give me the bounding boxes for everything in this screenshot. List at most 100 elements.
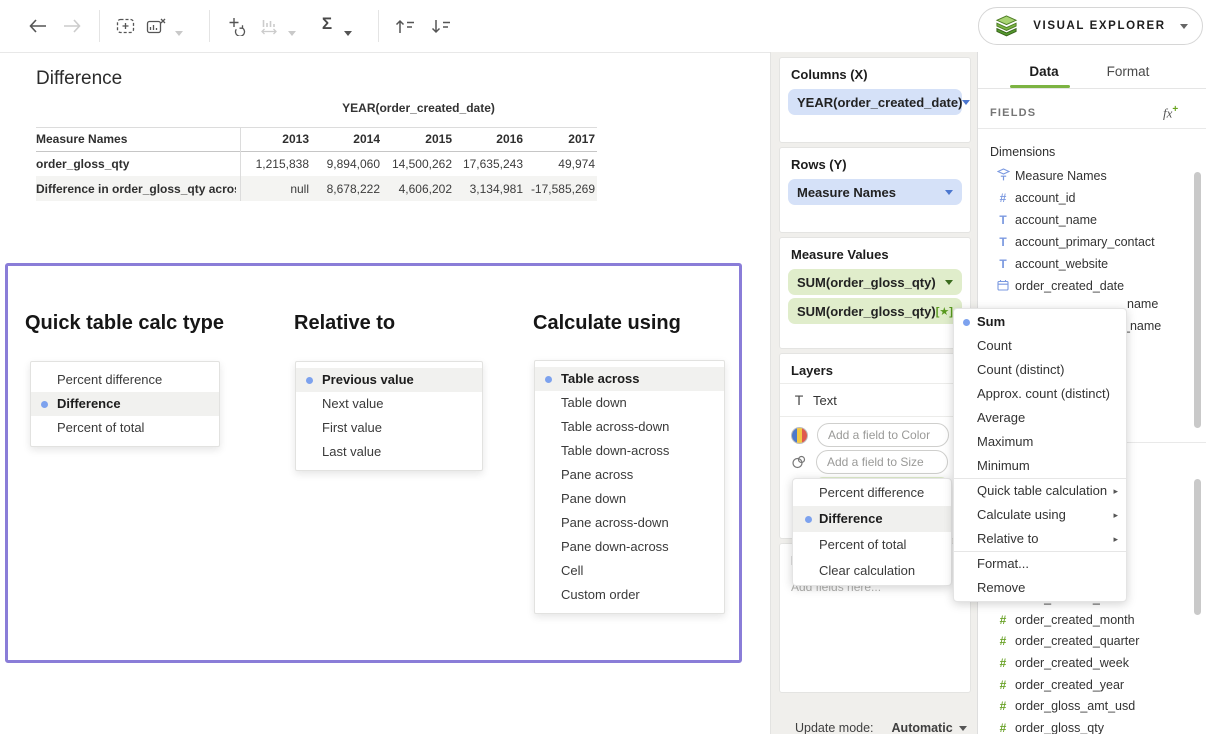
- using-option-table-down[interactable]: Table down: [535, 391, 724, 415]
- chevron-down-icon: [288, 31, 296, 36]
- resize-bars-menu-button[interactable]: [286, 23, 298, 43]
- calc-option-percent-difference[interactable]: Percent difference: [31, 368, 219, 392]
- relative-option-previous-value[interactable]: Previous value: [296, 368, 482, 392]
- resize-bars-icon: [260, 17, 280, 36]
- resize-bars-button[interactable]: [258, 16, 282, 36]
- using-option-pane-across[interactable]: Pane across: [535, 463, 724, 487]
- number-field-icon: #: [995, 191, 1011, 205]
- relative-option-next-value[interactable]: Next value: [296, 392, 482, 416]
- using-option-pane-down-across[interactable]: Pane down-across: [535, 535, 724, 559]
- calc-option-difference[interactable]: Difference: [31, 392, 219, 416]
- using-option-custom-order[interactable]: Custom order: [535, 583, 724, 607]
- back-button[interactable]: [26, 16, 50, 36]
- table-cell: 1,215,838: [240, 152, 309, 176]
- field-order-gloss-amt-usd[interactable]: # order_gloss_amt_usd: [977, 695, 1195, 717]
- menu-count-distinct[interactable]: Count (distinct): [954, 358, 1126, 382]
- color-encoding-row: [780, 422, 970, 448]
- sigma-icon: Σ: [322, 14, 332, 34]
- occluded-field-fragment[interactable]: _name: [1123, 319, 1161, 333]
- measures-scrollbar-thumb[interactable]: [1194, 479, 1201, 615]
- size-encoding-row: [780, 449, 970, 475]
- field-account-website[interactable]: T account_website: [977, 253, 1195, 275]
- remove-chart-menu-button[interactable]: [173, 23, 185, 43]
- update-mode-value[interactable]: Automatic: [892, 721, 953, 734]
- field-account-primary-contact[interactable]: T account_primary_contact: [977, 231, 1195, 253]
- measures-list: # order_created_hour # order_created_mon…: [977, 587, 1195, 734]
- submenu-arrow-icon: ▸: [1113, 479, 1118, 503]
- field-order-gloss-qty[interactable]: # order_gloss_qty: [977, 717, 1195, 734]
- field-order-created-quarter[interactable]: # order_created_quarter: [977, 630, 1195, 652]
- text-field-icon: T: [995, 235, 1011, 249]
- tab-format[interactable]: Format: [1100, 64, 1156, 79]
- menu-minimum[interactable]: Minimum: [954, 454, 1126, 478]
- menu-format[interactable]: Format...: [954, 552, 1126, 576]
- back-arrow-icon: [28, 18, 48, 34]
- field-order-created-week[interactable]: # order_created_week: [977, 652, 1195, 674]
- field-order-created-year[interactable]: # order_created_year: [977, 674, 1195, 696]
- table-row-label: order_gloss_qty: [36, 152, 236, 176]
- columns-x-pill[interactable]: YEAR(order_created_date): [788, 89, 962, 115]
- submenu-percent-difference[interactable]: Percent difference: [793, 480, 951, 506]
- field-measure-names[interactable]: Measure Names: [977, 165, 1195, 187]
- rows-y-pill[interactable]: Measure Names: [788, 179, 962, 205]
- app-switcher-button[interactable]: VISUAL EXPLORER: [978, 7, 1203, 45]
- table-cell: -17,585,269: [526, 177, 595, 201]
- remove-chart-icon: [146, 17, 167, 35]
- selected-dot-icon: [963, 319, 970, 326]
- submenu-difference[interactable]: Difference: [793, 506, 951, 532]
- measure-values-pill-1[interactable]: SUM(order_gloss_qty): [788, 269, 962, 295]
- submenu-clear-calculation[interactable]: Clear calculation: [793, 558, 951, 584]
- sort-descending-icon: [430, 18, 452, 35]
- field-order-created-date[interactable]: order_created_date: [977, 275, 1195, 297]
- menu-count[interactable]: Count: [954, 334, 1126, 358]
- field-account-name[interactable]: T account_name: [977, 209, 1195, 231]
- using-option-table-across[interactable]: Table across: [535, 367, 724, 391]
- submenu-percent-of-total[interactable]: Percent of total: [793, 532, 951, 558]
- relative-option-first-value[interactable]: First value: [296, 416, 482, 440]
- shelf-column: Columns (X) YEAR(order_created_date) Row…: [770, 52, 978, 734]
- forward-button[interactable]: [60, 16, 84, 36]
- dimensions-scrollbar-thumb[interactable]: [1194, 172, 1201, 428]
- aggregate-menu-button[interactable]: [342, 23, 354, 43]
- menu-remove[interactable]: Remove: [954, 576, 1126, 600]
- field-order-created-month[interactable]: # order_created_month: [977, 609, 1195, 631]
- measure-values-pill-2[interactable]: SUM(order_gloss_qty) [★]: [788, 298, 962, 324]
- remove-chart-button[interactable]: [144, 16, 168, 36]
- calculate-using-heading: Calculate using: [533, 312, 681, 334]
- color-field-input[interactable]: [817, 423, 949, 447]
- relative-option-last-value[interactable]: Last value: [296, 440, 482, 464]
- swap-axes-button[interactable]: [224, 16, 248, 36]
- add-calculated-field-button[interactable]: fx+: [1163, 104, 1178, 121]
- size-field-input[interactable]: [816, 450, 948, 474]
- using-option-cell[interactable]: Cell: [535, 559, 724, 583]
- menu-approx-count-distinct[interactable]: Approx. count (distinct): [954, 382, 1126, 406]
- using-option-table-across-down[interactable]: Table across-down: [535, 415, 724, 439]
- menu-relative-to[interactable]: Relative to▸: [954, 527, 1126, 551]
- table-calc-badge: [★]: [936, 305, 953, 318]
- quick-calc-type-heading: Quick table calc type: [25, 312, 224, 334]
- layer-text-row[interactable]: T Text: [780, 384, 970, 416]
- aggregate-button[interactable]: Σ: [318, 14, 336, 34]
- occluded-field-fragment[interactable]: name: [1127, 297, 1158, 311]
- calculate-using-list: Table across Table down Table across-dow…: [534, 360, 725, 614]
- menu-maximum[interactable]: Maximum: [954, 430, 1126, 454]
- menu-average[interactable]: Average: [954, 406, 1126, 430]
- add-chart-button[interactable]: [114, 16, 138, 36]
- sort-ascending-button[interactable]: [392, 16, 418, 36]
- menu-sum[interactable]: Sum: [954, 310, 1126, 334]
- using-option-table-down-across[interactable]: Table down-across: [535, 439, 724, 463]
- calc-option-percent-of-total[interactable]: Percent of total: [31, 416, 219, 440]
- menu-calculate-using[interactable]: Calculate using▸: [954, 503, 1126, 527]
- table-cell: 8,678,222: [311, 177, 380, 201]
- table-cell: 9,894,060: [311, 152, 380, 176]
- fields-header: FIELDS: [990, 107, 1036, 119]
- field-account-id[interactable]: # account_id: [977, 187, 1195, 209]
- using-option-pane-down[interactable]: Pane down: [535, 487, 724, 511]
- table-cell: 17,635,243: [454, 152, 523, 176]
- using-option-pane-across-down[interactable]: Pane across-down: [535, 511, 724, 535]
- menu-quick-table-calculation[interactable]: Quick table calculation▸: [954, 479, 1126, 503]
- tab-data[interactable]: Data: [1022, 64, 1066, 79]
- table-calc-panel: Quick table calc type Relative to Calcul…: [5, 263, 742, 663]
- sort-descending-button[interactable]: [428, 16, 454, 36]
- quick-calc-type-list: Percent difference Difference Percent of…: [30, 361, 220, 447]
